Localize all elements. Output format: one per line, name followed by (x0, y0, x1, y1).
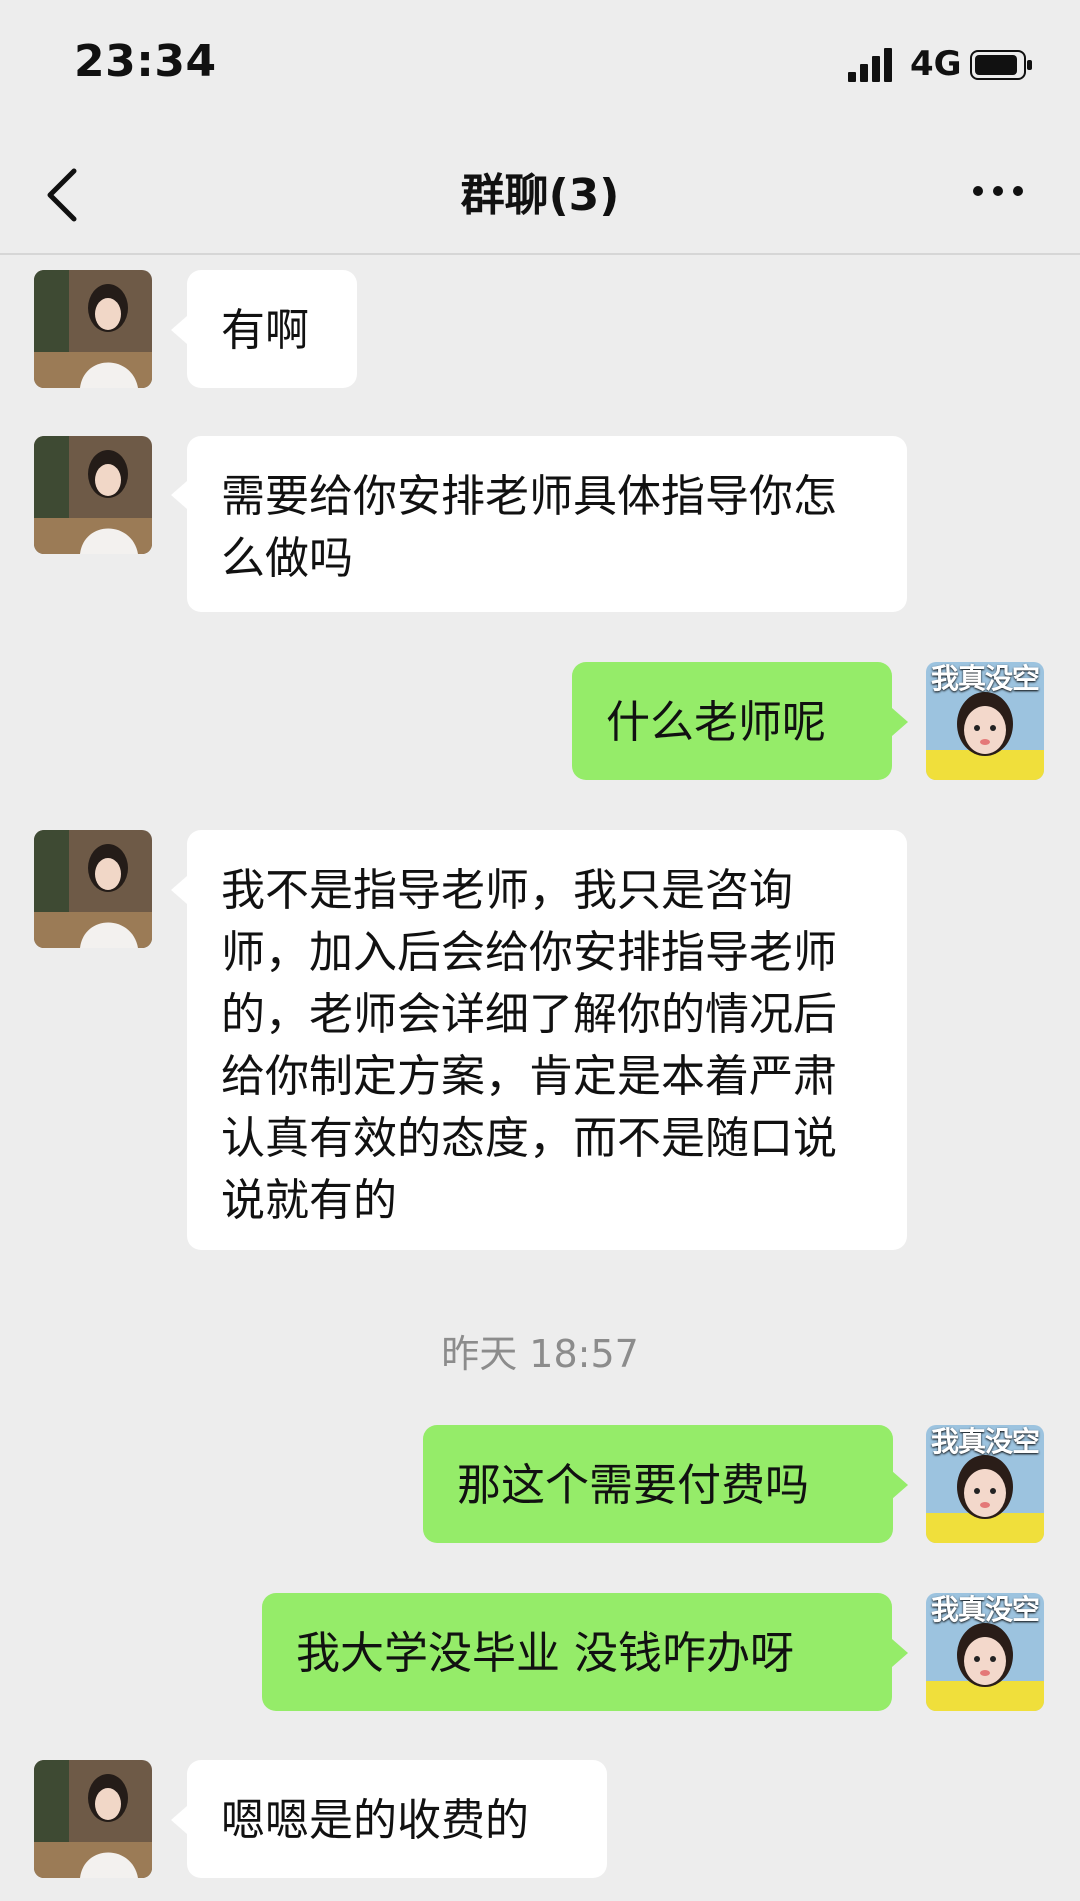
avatar-caption: 我真没空 (930, 1593, 1040, 1626)
bubble-tail (171, 876, 187, 904)
bubble-tail (892, 1471, 908, 1499)
message-bubble-incoming[interactable]: 有啊 (187, 270, 357, 388)
message-bubble-incoming[interactable]: 需要给你安排老师具体指导你怎么做吗 (187, 436, 907, 612)
message-bubble-incoming[interactable]: 嗯嗯是的收费的 (187, 1760, 607, 1878)
my-avatar[interactable]: 我真没空 (926, 1425, 1044, 1543)
network-label: 4G (910, 44, 962, 84)
status-bar: 23:34 4G (0, 0, 1080, 135)
message-text: 我大学没毕业 没钱咋办呀 (296, 1628, 794, 1679)
message-text: 有啊 (221, 305, 309, 356)
message-text: 嗯嗯是的收费的 (221, 1795, 529, 1846)
contact-avatar[interactable] (34, 830, 152, 948)
chat-title: 群聊(3) (460, 170, 620, 221)
avatar-caption: 我真没空 (930, 1425, 1040, 1458)
my-avatar[interactable]: 我真没空 (926, 1593, 1044, 1711)
contact-avatar[interactable] (34, 1760, 152, 1878)
bubble-tail (171, 481, 187, 509)
message-bubble-outgoing[interactable]: 什么老师呢 (572, 662, 892, 780)
timestamp: 昨天 18:57 (441, 1332, 639, 1376)
more-icon[interactable] (968, 171, 1028, 211)
signal-icon (848, 48, 892, 82)
avatar-caption: 我真没空 (930, 662, 1040, 695)
contact-avatar[interactable] (34, 270, 152, 388)
message-text: 那这个需要付费吗 (457, 1460, 809, 1511)
bubble-tail (171, 1806, 187, 1834)
chat-header: 群聊(3) (0, 135, 1080, 255)
message-text: 需要给你安排老师具体指导你怎么做吗 (221, 471, 837, 584)
message-bubble-incoming[interactable]: 我不是指导老师，我只是咨询师，加入后会给你安排指导老师的，老师会详细了解你的情况… (187, 830, 907, 1250)
my-avatar[interactable]: 我真没空 (926, 662, 1044, 780)
status-time: 23:34 (74, 36, 217, 87)
message-bubble-outgoing[interactable]: 我大学没毕业 没钱咋办呀 (262, 1593, 892, 1711)
message-text: 什么老师呢 (606, 697, 826, 748)
bubble-tail (892, 708, 908, 736)
chat-screen: 23:34 4G 群聊(3) 有啊 需要给你安排老师具体指导你怎么做吗 什么老师… (0, 0, 1080, 1901)
contact-avatar[interactable] (34, 436, 152, 554)
message-text: 我不是指导老师，我只是咨询师，加入后会给你安排指导老师的，老师会详细了解你的情况… (221, 865, 837, 1226)
battery-icon (970, 50, 1032, 80)
bubble-tail (892, 1639, 908, 1667)
bubble-tail (171, 316, 187, 344)
message-bubble-outgoing[interactable]: 那这个需要付费吗 (423, 1425, 893, 1543)
